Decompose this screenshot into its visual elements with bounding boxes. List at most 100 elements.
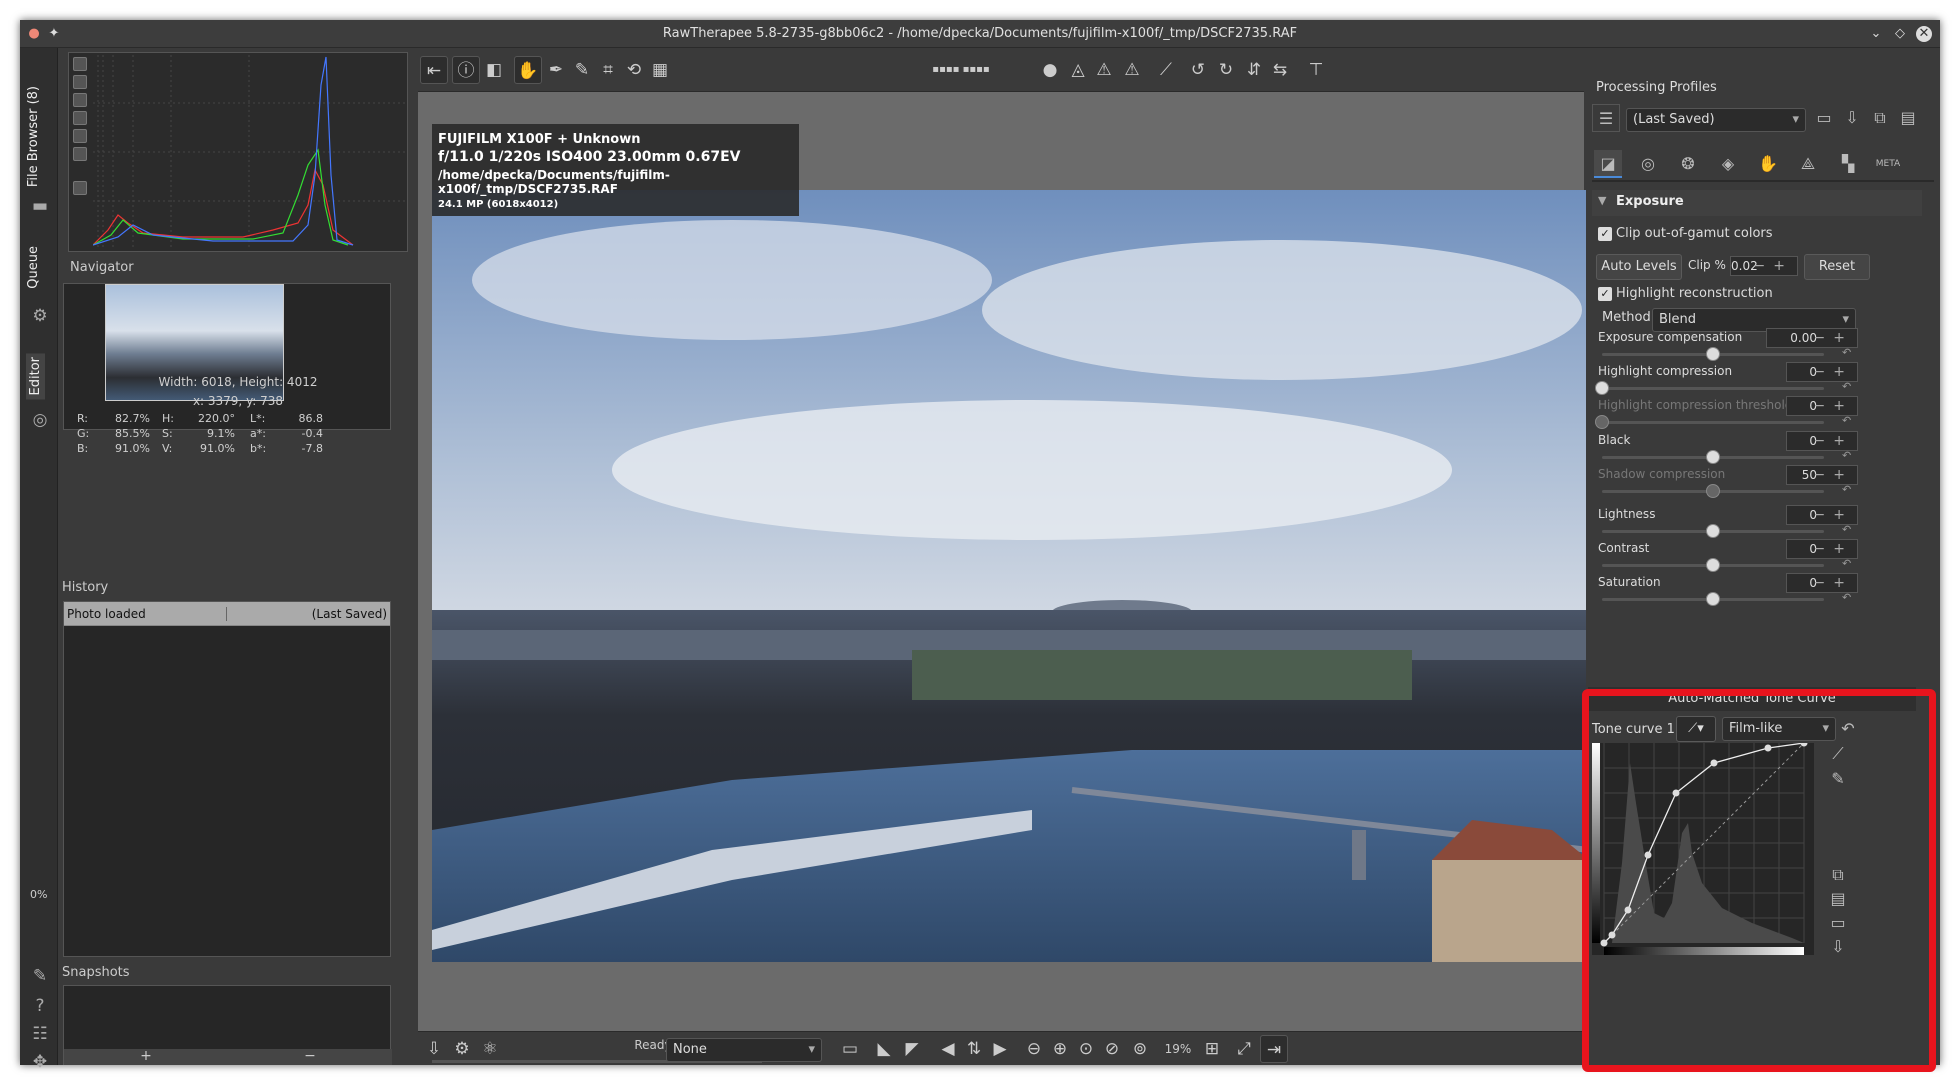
histogram-rgb-toggle[interactable] bbox=[73, 75, 87, 89]
perspective-tool-button[interactable]: ▦ bbox=[646, 56, 674, 84]
external-editor-button[interactable]: ⚛ bbox=[476, 1035, 504, 1063]
flip-horizontal-button[interactable]: ⇆ bbox=[1266, 56, 1294, 84]
hide-right-panel-button[interactable]: ⇥ bbox=[1260, 1035, 1288, 1063]
slider-track[interactable] bbox=[1602, 484, 1824, 498]
slider-track[interactable] bbox=[1602, 524, 1824, 538]
spin-buttons[interactable]: −+ bbox=[1814, 432, 1853, 450]
new-detail-window-button[interactable]: ⊞ bbox=[1198, 1035, 1226, 1063]
shadow-clip-warning-button[interactable]: ⚠ bbox=[1090, 56, 1118, 84]
histogram-mode-toggle[interactable] bbox=[73, 181, 87, 195]
slider-knob[interactable] bbox=[1595, 415, 1609, 429]
history-row[interactable]: Photo loaded (Last Saved) bbox=[64, 602, 390, 626]
slider-knob[interactable] bbox=[1706, 524, 1720, 538]
histogram-raw-toggle[interactable] bbox=[73, 129, 87, 143]
slider-track[interactable] bbox=[1602, 592, 1824, 606]
color-picker-button[interactable]: ✎ bbox=[568, 56, 596, 84]
slider-value-input[interactable]: 0 −+ bbox=[1786, 431, 1858, 451]
slider-value-input[interactable]: 0 −+ bbox=[1786, 396, 1858, 416]
slider-knob[interactable] bbox=[1706, 484, 1720, 498]
slider-track[interactable] bbox=[1602, 450, 1824, 464]
slider-reset-icon[interactable]: ↶ bbox=[1842, 591, 1851, 604]
tab-queue[interactable]: Queue bbox=[26, 246, 41, 289]
minimize-icon[interactable]: ⌄ bbox=[1868, 26, 1884, 42]
white-balance-picker-button[interactable]: ✒ bbox=[542, 56, 570, 84]
slider-value-input[interactable]: 0 −+ bbox=[1786, 573, 1858, 593]
soft-proof-button[interactable]: ◣ bbox=[870, 1035, 898, 1063]
tab-file-browser[interactable]: File Browser (8) bbox=[26, 86, 41, 187]
histogram-chroma-toggle[interactable] bbox=[73, 111, 87, 125]
histogram-bar-toggle[interactable] bbox=[73, 147, 87, 161]
rotate-right-button[interactable]: ↻ bbox=[1212, 56, 1240, 84]
snapshot-add-button[interactable]: + bbox=[64, 1049, 228, 1065]
spin-buttons[interactable]: −+ bbox=[1814, 574, 1853, 592]
slider-value-input[interactable]: 0.00 −+ bbox=[1766, 328, 1858, 348]
slider-reset-icon[interactable]: ↶ bbox=[1842, 523, 1851, 536]
slider-value-input[interactable]: 0 −+ bbox=[1786, 505, 1858, 525]
spin-buttons[interactable]: −+ bbox=[1814, 466, 1853, 484]
slider-track[interactable] bbox=[1602, 558, 1824, 572]
fullscreen-icon[interactable]: ✥ bbox=[30, 1052, 50, 1072]
zoom-in-button[interactable]: ⊕ bbox=[1046, 1035, 1074, 1063]
crop-tool-button[interactable]: ⌗ bbox=[594, 56, 622, 84]
slider-reset-icon[interactable]: ↶ bbox=[1842, 380, 1851, 393]
next-image-button[interactable]: ▶ bbox=[986, 1035, 1014, 1063]
histogram-red-toggle[interactable] bbox=[73, 57, 87, 71]
sync-image-button[interactable]: ⇅ bbox=[960, 1035, 988, 1063]
folder-icon[interactable]: ▬ bbox=[30, 196, 50, 216]
main-photo[interactable] bbox=[432, 190, 1589, 962]
spin-buttons[interactable]: −+ bbox=[1814, 329, 1853, 347]
highlight-clip-warning-button[interactable]: ⚠ bbox=[1118, 56, 1146, 84]
fullscreen-button[interactable]: ⤢ bbox=[1230, 1035, 1258, 1063]
slider-knob[interactable] bbox=[1706, 592, 1720, 606]
lab-gamut-button[interactable]: ◬ bbox=[1064, 56, 1092, 84]
slider-value-input[interactable]: 50 −+ bbox=[1786, 465, 1858, 485]
gears-icon[interactable]: ⚙ bbox=[30, 306, 50, 326]
tab-editor[interactable]: Editor bbox=[26, 353, 45, 400]
slider-value-input[interactable]: 0 −+ bbox=[1786, 362, 1858, 382]
previous-image-button[interactable]: ◀ bbox=[934, 1035, 962, 1063]
gamut-check-button[interactable]: ◤ bbox=[898, 1035, 926, 1063]
slider-reset-icon[interactable]: ↶ bbox=[1842, 414, 1851, 427]
slider-track[interactable] bbox=[1595, 415, 1824, 429]
slider-value-input[interactable]: 0 −+ bbox=[1786, 539, 1858, 559]
hide-left-panel-button[interactable]: ⇤ bbox=[420, 56, 448, 84]
hand-tool-button[interactable]: ✋ bbox=[514, 56, 542, 84]
slider-knob[interactable] bbox=[1706, 558, 1720, 572]
slider-track[interactable] bbox=[1602, 347, 1824, 361]
slider-track[interactable] bbox=[1595, 381, 1824, 395]
aperture-icon[interactable]: ◎ bbox=[30, 410, 50, 430]
histogram-luma-toggle[interactable] bbox=[73, 93, 87, 107]
spin-buttons[interactable]: −+ bbox=[1814, 363, 1853, 381]
new-edit-icon[interactable]: ✎ bbox=[30, 966, 50, 986]
straighten-tool-button[interactable]: ⟲ bbox=[620, 56, 648, 84]
slider-reset-icon[interactable]: ↶ bbox=[1842, 557, 1851, 570]
focus-mask-button[interactable]: ● bbox=[1036, 56, 1064, 84]
save-image-button[interactable]: ⇩ bbox=[420, 1035, 448, 1063]
spin-buttons[interactable]: −+ bbox=[1814, 540, 1853, 558]
slider-knob[interactable] bbox=[1595, 381, 1609, 395]
slider-reset-icon[interactable]: ↶ bbox=[1842, 346, 1851, 359]
preferences-icon[interactable]: ☷ bbox=[30, 1024, 50, 1044]
close-icon[interactable]: ✕ bbox=[1916, 26, 1932, 42]
flip-vertical-button[interactable]: ⇵ bbox=[1240, 56, 1268, 84]
slider-reset-icon[interactable]: ↶ bbox=[1842, 483, 1851, 496]
slider-knob[interactable] bbox=[1706, 347, 1720, 361]
slider-knob[interactable] bbox=[1706, 450, 1720, 464]
zoom-fit-button[interactable]: ⊙ bbox=[1072, 1035, 1100, 1063]
spin-buttons[interactable]: −+ bbox=[1814, 506, 1853, 524]
rotate-left-button[interactable]: ↺ bbox=[1184, 56, 1212, 84]
zoom-fit-crop-button[interactable]: ⊘ bbox=[1098, 1035, 1126, 1063]
before-after-button[interactable]: ◧ bbox=[480, 56, 508, 84]
queue-button[interactable]: ⚙ bbox=[448, 1035, 476, 1063]
info-button[interactable]: ⓘ bbox=[452, 56, 480, 84]
zoom-100-button[interactable]: ⊚ bbox=[1126, 1035, 1154, 1063]
maximize-icon[interactable]: ◇ bbox=[1892, 26, 1908, 42]
hide-top-toolbar-button[interactable]: ⊤ bbox=[1302, 56, 1330, 84]
snapshot-remove-button[interactable]: − bbox=[228, 1049, 392, 1065]
spin-buttons[interactable]: −+ bbox=[1814, 397, 1853, 415]
channel-toggles[interactable]: ▪▪▪▪ ▪▪▪▪ bbox=[896, 56, 1026, 84]
histogram-graph-button[interactable]: ⟋ bbox=[1152, 56, 1180, 84]
help-icon[interactable]: ? bbox=[30, 996, 50, 1016]
slider-reset-icon[interactable]: ↶ bbox=[1842, 449, 1851, 462]
output-profile-select[interactable]: None bbox=[666, 1038, 822, 1062]
